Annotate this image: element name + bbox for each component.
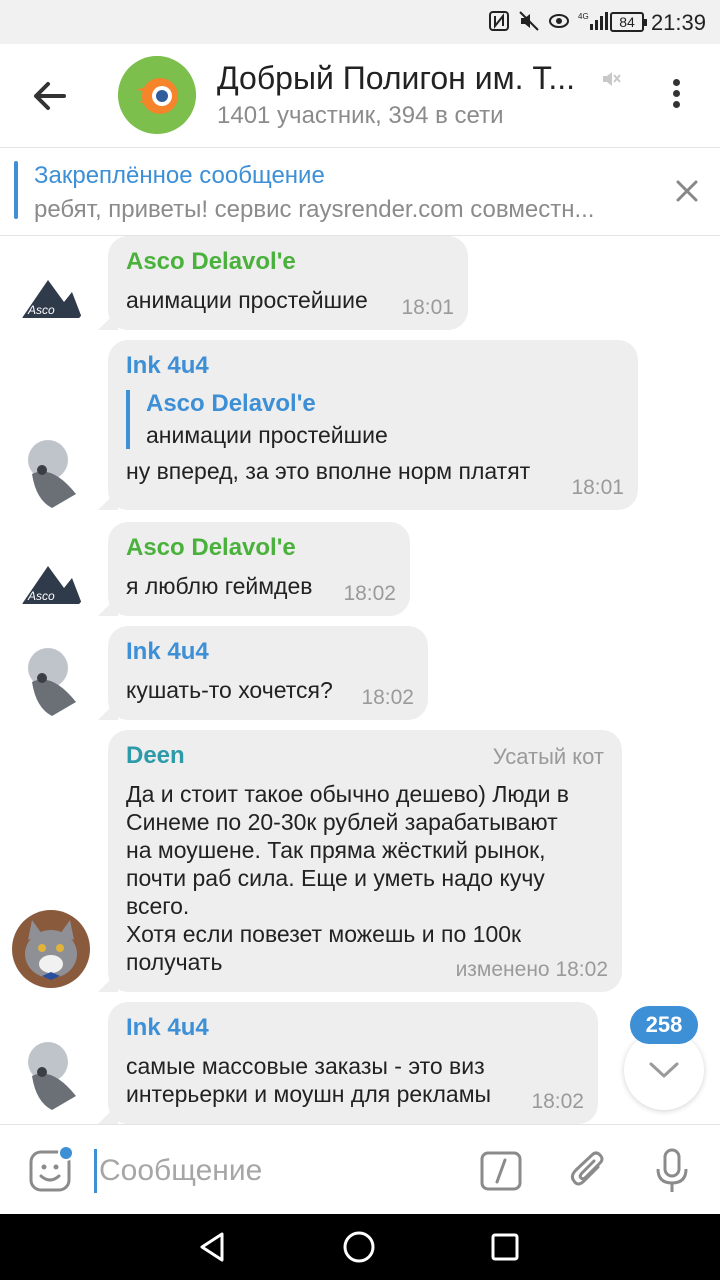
pinned-text: ребят, приветы! сервис raysrender.com со…: [34, 196, 595, 223]
message-text: самые массовые заказы - это виз интерьер…: [126, 1053, 492, 1107]
message-bubble[interactable]: Asco Delavol'e анимации простейшие 18:01: [108, 236, 468, 330]
paperclip-icon[interactable]: [568, 1149, 608, 1193]
sender-name[interactable]: Ink 4u4: [126, 352, 620, 380]
reply-sender: Asco Delavol'e: [146, 390, 316, 417]
pinned-message[interactable]: Закреплённое сообщение ребят, приветы! с…: [0, 148, 720, 236]
asco-avatar-icon: Asco: [12, 538, 90, 616]
message-list[interactable]: Asco Asco Delavol'e анимации простейшие …: [0, 236, 720, 1124]
message-input[interactable]: [94, 1149, 454, 1193]
message-item: Asco Asco Delavol'e анимации простейшие …: [0, 236, 720, 332]
sender-name[interactable]: Ink 4u4: [126, 1014, 580, 1042]
sender-name[interactable]: Asco Delavol'e: [126, 248, 450, 276]
clock: 21:39: [650, 10, 706, 35]
system-nav-bar: [0, 1214, 720, 1280]
battery-indicator: 84: [610, 12, 647, 32]
muted-chat-icon: [603, 72, 621, 86]
svg-text:Asco: Asco: [27, 303, 55, 317]
chevron-down-icon: [649, 1062, 679, 1078]
message-time: изменено 18:02: [455, 958, 608, 981]
blender-logo-icon: [118, 56, 196, 134]
message-item: Deen Усатый кот Да и стоит такое обычно …: [0, 730, 720, 994]
avatar[interactable]: Asco: [12, 538, 90, 616]
avatar[interactable]: Asco: [12, 252, 90, 330]
reply-quote[interactable]: Asco Delavol'e анимации простейшие: [126, 390, 620, 449]
bot-command-icon[interactable]: [480, 1151, 522, 1191]
message-bubble[interactable]: Ink 4u4 Asco Delavol'e анимации простейш…: [108, 340, 638, 510]
pinned-title: Закреплённое сообщение: [34, 162, 325, 189]
message-bubble[interactable]: Ink 4u4 самые массовые заказы - это виз …: [108, 1002, 598, 1124]
message-item: Asco Asco Delavol'e я люблю геймдев 18:0…: [0, 522, 720, 618]
avatar[interactable]: [12, 434, 90, 512]
member-role: Усатый кот: [492, 744, 604, 769]
message-bubble[interactable]: Asco Delavol'e я люблю геймдев 18:02: [108, 522, 410, 616]
microphone-icon[interactable]: [654, 1147, 690, 1195]
message-text: ну вперед, за это вполне норм платят: [126, 458, 531, 484]
message-item: Ink 4u4 кушать-то хочется? 18:02: [0, 626, 720, 722]
nav-recents-icon[interactable]: [490, 1232, 520, 1262]
message-time: 18:01: [571, 476, 624, 499]
avatar[interactable]: [12, 1036, 90, 1114]
avatar[interactable]: [12, 910, 90, 988]
svg-text:4G: 4G: [578, 12, 589, 21]
close-icon[interactable]: [672, 176, 702, 206]
eye-icon: [549, 14, 569, 28]
signal-4g-icon: 4G: [578, 12, 608, 30]
more-menu-icon[interactable]: [664, 76, 688, 116]
nav-home-icon[interactable]: [342, 1230, 376, 1264]
message-time: 18:02: [361, 686, 414, 709]
cat-avatar-icon: [12, 910, 90, 988]
message-text: Да и стоит такое обычно дешево) Люди в С…: [126, 781, 570, 975]
nav-back-icon[interactable]: [196, 1230, 230, 1264]
message-bubble[interactable]: Ink 4u4 кушать-то хочется? 18:02: [108, 626, 428, 720]
nfc-icon: [489, 11, 509, 31]
message-item: Ink 4u4 самые массовые заказы - это виз …: [0, 1002, 720, 1124]
message-bubble[interactable]: Deen Усатый кот Да и стоит такое обычно …: [108, 730, 622, 992]
ink-avatar-icon: [12, 642, 90, 720]
message-time: 18:01: [401, 296, 454, 319]
status-bar: 4G 84 21:39: [0, 0, 720, 44]
mute-icon: [519, 11, 539, 31]
new-stickers-dot: [58, 1145, 74, 1161]
chat-header: Добрый Полигон им. Т... 1401 участник, 3…: [0, 44, 720, 148]
group-avatar[interactable]: [118, 56, 196, 134]
message-item: Ink 4u4 Asco Delavol'e анимации простейш…: [0, 340, 720, 512]
chat-subtitle: 1401 участник, 394 в сети: [217, 102, 504, 129]
avatar[interactable]: [12, 642, 90, 720]
ink-avatar-icon: [12, 434, 90, 512]
message-time: 18:02: [531, 1090, 584, 1113]
unread-count-badge[interactable]: 258: [630, 1006, 698, 1044]
sender-name[interactable]: Ink 4u4: [126, 638, 410, 666]
ink-avatar-icon: [12, 1036, 90, 1114]
chat-title[interactable]: Добрый Полигон им. Т...: [217, 60, 597, 97]
message-time: 18:02: [343, 582, 396, 605]
back-arrow-icon[interactable]: [30, 78, 70, 114]
message-composer: [0, 1124, 720, 1214]
status-icons: 4G: [488, 10, 608, 32]
svg-text:Asco: Asco: [27, 589, 55, 603]
pinned-accent-bar: [14, 161, 18, 219]
sender-name[interactable]: Asco Delavol'e: [126, 534, 392, 562]
reply-text: анимации простейшие: [146, 422, 388, 448]
asco-avatar-icon: Asco: [12, 252, 90, 330]
